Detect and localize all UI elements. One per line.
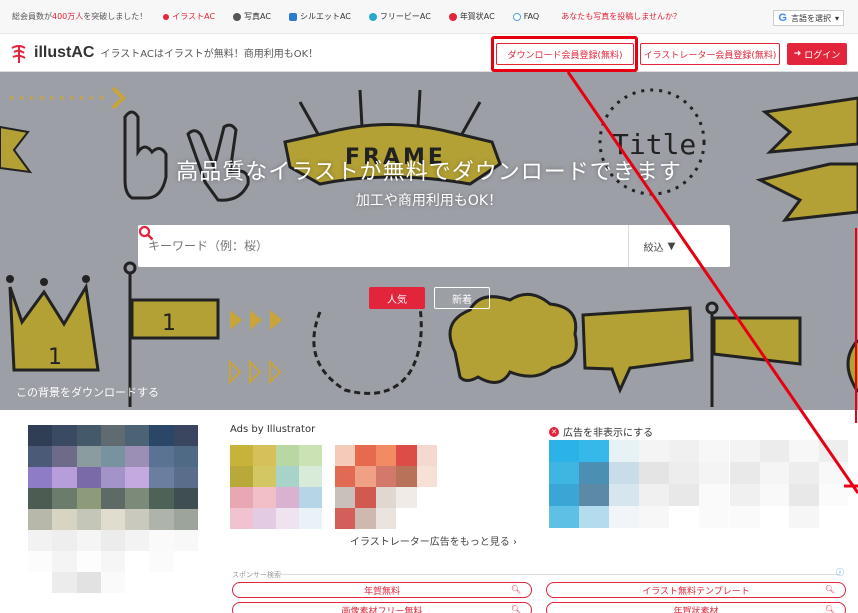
sponsor-link-label: イラスト無料テンプレート (642, 586, 750, 597)
ad-image-2[interactable] (335, 445, 437, 529)
link-label: シルエットAC (299, 12, 351, 21)
silhouette-ac-icon (288, 12, 297, 21)
link-label: 写真AC (244, 12, 271, 21)
link-label: 年賀状AC (459, 12, 495, 21)
filter-dropdown[interactable]: 絞込 ▼ (628, 225, 690, 267)
link-faq[interactable]: FAQ (512, 12, 540, 21)
illust-ac-icon (163, 13, 170, 20)
sponsor-link[interactable]: 年賀無料 🔍︎ (232, 582, 532, 598)
search-icon: 🔍︎ (824, 585, 835, 594)
illustac-logo-icon[interactable] (10, 44, 28, 63)
link-freebie-ac[interactable]: フリービーAC (368, 11, 431, 22)
info-icon[interactable]: ⓘ (836, 567, 844, 578)
ad-image-3[interactable] (549, 440, 729, 528)
notice-suffix: を突破しました！ (83, 12, 148, 21)
illustrator-member-signup-button[interactable]: イラストレーター会員登録(無料) (640, 43, 780, 65)
hide-ads-button[interactable]: ✕ 広告を非表示にする (549, 424, 653, 439)
search-input[interactable] (138, 225, 628, 267)
link-silhouette-ac[interactable]: シルエットAC (288, 11, 351, 22)
sponsor-link-label: 年賀無料 (363, 586, 400, 597)
sponsor-divider (280, 574, 840, 575)
link-label: フリービーAC (379, 12, 431, 21)
ad-image-left[interactable] (28, 425, 198, 613)
sponsor-link-label: 年賀状素材 (673, 606, 719, 613)
hero-subtitle: 加工や商用利用もOK！ (355, 193, 503, 209)
flag-number: 1 (162, 311, 176, 336)
tab-popular[interactable]: 人気 (369, 287, 425, 309)
link-nenga-ac[interactable]: 年賀状AC (448, 11, 495, 22)
google-icon: G (778, 12, 787, 24)
search-icon: 🔍︎ (510, 585, 521, 594)
site-tagline: イラストACはイラストが無料！商用利用もOK！ (100, 49, 319, 60)
member-notice: 総会員数が400万人を突破しました！ (12, 11, 147, 22)
chevron-down-icon: ▾ (834, 13, 839, 23)
background-download-link[interactable]: この背景をダウンロードする (16, 384, 159, 400)
login-label: ログイン (804, 50, 841, 61)
notice-count: 400万人 (52, 12, 84, 21)
hide-ads-label: 広告を非表示にする (563, 428, 654, 439)
close-icon: ✕ (549, 426, 559, 437)
search-icon (138, 225, 154, 241)
sponsor-link-label: 画像素材フリー無料 (341, 606, 423, 613)
sponsor-link[interactable]: 年賀状素材 🔍︎ (546, 602, 846, 613)
site-logo[interactable]: illustAC (34, 44, 94, 62)
more-ads-link[interactable]: イラストレーター広告をもっと見る › (350, 533, 517, 548)
link-illust-ac[interactable]: イラストAC (163, 11, 215, 22)
contributor-cta-link[interactable]: あなたも写真を投稿しませんか？ (561, 11, 681, 22)
link-label: FAQ (523, 12, 540, 21)
ad-image-4[interactable] (730, 440, 848, 528)
link-photo-ac[interactable]: 写真AC (233, 11, 271, 22)
hero-banner: FRAME Title 1 1 高品質なイラストが無料でダウンロードできます 加… (0, 72, 858, 410)
search-bar: 絞込 ▼ (138, 225, 730, 267)
search-button[interactable] (138, 225, 730, 267)
link-label: イラストAC (172, 12, 216, 21)
ad-image-1[interactable] (230, 445, 322, 529)
notice-prefix: 総会員数が (12, 12, 52, 21)
search-icon: 🔍︎ (824, 605, 835, 613)
caret-down-icon: ▼ (667, 240, 676, 252)
crown-number: 1 (48, 345, 62, 370)
sponsor-link[interactable]: イラスト無料テンプレート 🔍︎ (546, 582, 846, 598)
language-select-label: 言語を選択 (790, 13, 831, 23)
search-icon: 🔍︎ (510, 605, 521, 613)
freebie-ac-icon (368, 12, 377, 21)
login-button[interactable]: ➜ ログイン (787, 43, 847, 65)
ads-by-label: Ads by Illustrator (230, 424, 316, 435)
tab-new[interactable]: 新着 (434, 287, 490, 309)
photo-ac-icon (233, 12, 242, 21)
hero-title: 高品質なイラストが無料でダウンロードできます (176, 160, 682, 185)
sponsor-search-label: スポンサー検索 (232, 571, 281, 579)
faq-icon (512, 12, 521, 21)
sponsor-link[interactable]: 画像素材フリー無料 🔍︎ (232, 602, 532, 613)
language-select[interactable]: G 言語を選択 ▾ (773, 10, 844, 26)
nenga-ac-icon (448, 12, 457, 21)
download-signup-highlight (491, 36, 638, 72)
top-link-bar: 総会員数が400万人を突破しました！ イラストAC 写真AC シルエットAC フ… (0, 0, 858, 34)
login-icon: ➜ (793, 49, 802, 59)
filter-label: 絞込 (643, 242, 664, 254)
